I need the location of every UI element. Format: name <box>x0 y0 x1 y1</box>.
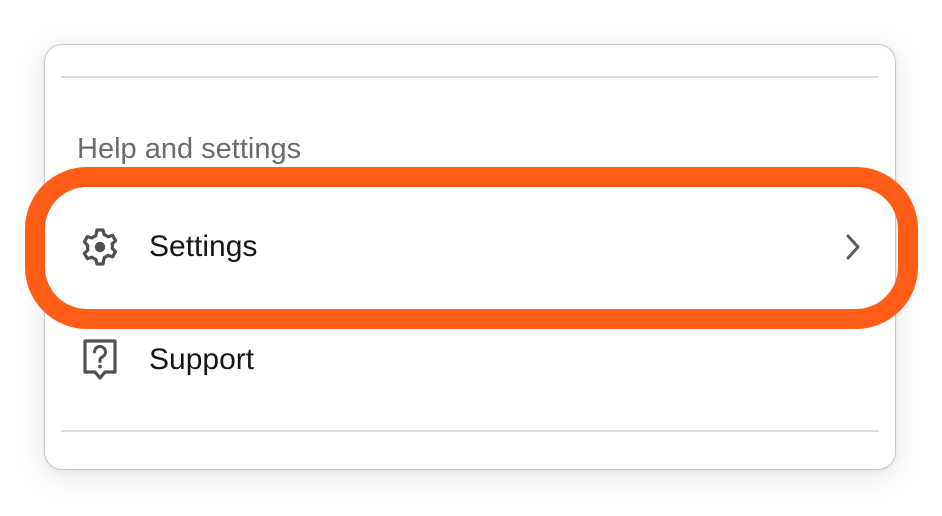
help-settings-menu-panel: Help and settings Settings Support <box>44 44 896 470</box>
top-divider <box>61 76 879 78</box>
menu-item-support-label: Support <box>149 343 255 376</box>
chevron-right-icon <box>841 232 865 262</box>
section-heading: Help and settings <box>77 133 302 165</box>
menu-item-settings[interactable]: Settings <box>45 199 895 295</box>
gear-icon <box>79 226 121 268</box>
help-bubble-icon <box>79 339 121 381</box>
menu-item-settings-label: Settings <box>149 230 258 263</box>
menu-item-support[interactable]: Support <box>45 312 895 408</box>
bottom-divider <box>61 430 879 432</box>
